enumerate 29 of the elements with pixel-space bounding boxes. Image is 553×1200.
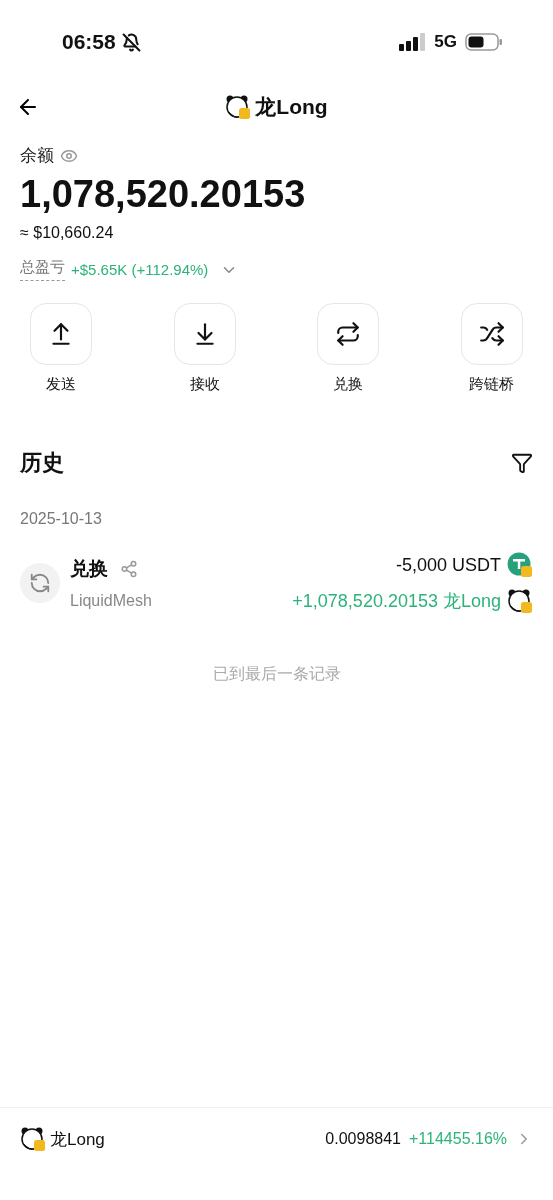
token-icon [507,552,533,578]
battery-icon [465,33,503,51]
pnl-label[interactable]: 总盈亏 [20,258,65,281]
token-icon [20,1126,46,1152]
token-price: 0.0098841 [325,1130,401,1148]
network-label: 5G [434,32,457,52]
token-icon [225,94,252,120]
transaction-title: 兑换 [70,557,108,581]
section-title: 历史 [20,449,64,477]
status-time: 06:58 [62,30,116,54]
amount-out: -5,000 USDT [395,554,501,576]
token-icon [507,588,533,614]
end-note: 已到最后一条记录 [211,664,342,684]
fiat-value: ≈ $10,660.24 [20,224,115,242]
transaction-source: LiquidMesh [70,592,152,610]
balance-amount: 1,078,520.20153 [20,173,307,216]
pnl-value: +$5.65K (+112.94%) [71,261,209,278]
token-name: 龙Long [50,1128,105,1151]
filter-icon[interactable] [511,452,533,474]
share-icon[interactable] [120,560,138,578]
date-heading: 2025-10-13 [20,510,103,528]
swap-icon [20,563,60,603]
amount-in: +1,078,520.20153 龙Long [292,590,501,613]
signal-icon [399,33,427,51]
balance-label: 余额 [20,145,54,167]
page-title: 龙Long [255,94,328,120]
repeat-icon [335,321,362,347]
price-change: +114455.16% [409,1130,507,1148]
shuffle-icon [478,321,505,347]
